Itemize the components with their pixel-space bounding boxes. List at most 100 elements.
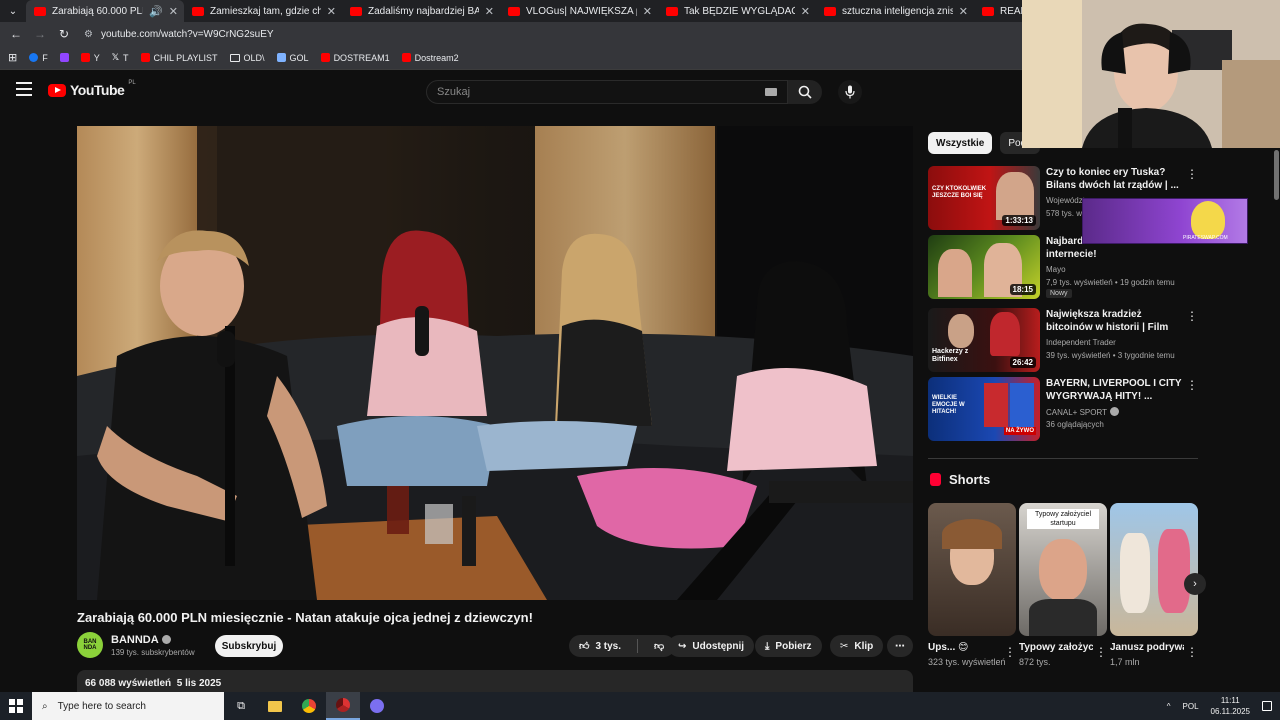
bookmark-item[interactable]: CHIL PLAYLIST [140,53,218,63]
download-label: Pobierz [775,640,812,652]
chrome-active-icon[interactable] [326,692,360,720]
more-vertical-icon[interactable]: ⋮ [1186,310,1198,322]
view-count: 66 088 wyświetleń [85,678,172,689]
video-thumbnail[interactable]: Hackerzy z Bitfinex 26:42 [928,308,1040,372]
close-tab-icon[interactable]: ✕ [643,5,652,18]
short-thumbnail[interactable]: Typowy założyciel startupu [1019,503,1107,636]
voice-search-button[interactable] [838,80,862,104]
chevron-right-icon[interactable]: › [1184,573,1206,595]
video-title: Zarabiają 60.000 PLN miesięcznie - Natan… [77,610,533,625]
youtube-favicon-icon [34,6,46,16]
back-arrow-icon[interactable]: ← [8,26,24,42]
search-button[interactable] [788,80,822,104]
recommendation-item[interactable]: Hackerzy z Bitfinex 26:42 Największa kra… [928,308,1198,374]
bookmark-label: F [42,52,48,63]
video-thumbnail[interactable]: WIELKIE EMOCJE W HITACH! NA ŻYWO [928,377,1040,441]
gol-icon [276,53,286,62]
bookmark-item[interactable]: DOSTREAM1 [320,53,390,63]
forward-arrow-icon[interactable]: → [32,26,48,42]
tab-title: sztuczna inteligencja zniszczyła [842,5,953,17]
short-item[interactable]: Ups... 😊 323 tys. wyświetleń ⋮ [928,503,1016,668]
close-tab-icon[interactable]: ✕ [169,5,178,18]
tab-search-button[interactable]: ⌄ [0,0,26,22]
channel-avatar[interactable]: BAN NDA [77,632,103,658]
search-input[interactable]: Szukaj [426,80,788,104]
more-vertical-icon[interactable]: ⋮ [1186,168,1198,180]
browser-tab[interactable]: Zamieszkaj tam, gdzie chcesz i ✕ [184,0,342,22]
page-scrollbar[interactable] [1274,150,1279,200]
discord-icon[interactable] [360,692,394,720]
speaker-icon[interactable]: 🔊 [149,5,163,18]
apps-grid-icon[interactable]: ⊞ [8,51,17,64]
youtube-favicon-icon [192,6,204,16]
ad-banner[interactable]: PIRATESWAP.COM [1082,198,1248,244]
close-tab-icon[interactable]: ✕ [959,5,968,18]
file-explorer-icon[interactable] [258,692,292,720]
channel-name[interactable]: BANNDA [111,634,171,646]
notification-icon[interactable] [1262,701,1272,711]
taskbar-search[interactable]: ⌕ Type here to search [32,692,224,720]
share-button[interactable]: ↪ Udostępnij [668,635,755,657]
browser-tab[interactable]: sztuczna inteligencja zniszczyła ✕ [816,0,974,22]
recommendation-item[interactable]: WIELKIE EMOCJE W HITACH! NA ŻYWO BAYERN,… [928,377,1198,443]
language-indicator[interactable]: POL [1183,702,1199,711]
bookmark-item[interactable]: F [29,53,48,63]
subscribe-button[interactable]: Subskrybuj [215,635,283,657]
video-player[interactable] [77,126,913,600]
short-thumbnail[interactable] [928,503,1016,636]
url-field[interactable]: ⚙ youtube.com/watch?v=W9CrNG2suEY [80,24,1020,44]
clock[interactable]: 11:11 06.11.2025 [1211,695,1250,717]
browser-tab[interactable]: VLOGus| NAJWIĘKSZA parada ✕ [500,0,658,22]
download-button[interactable]: ⤓ Pobierz [755,635,822,657]
short-views: 872 tys. [1019,657,1051,667]
browser-tab[interactable]: Zadaliśmy najbardziej BANALN ✕ [342,0,500,22]
video-thumbnail[interactable]: 18:15 [928,235,1040,299]
more-vertical-icon[interactable]: ⋮ [1095,645,1107,659]
recommendation-item[interactable]: 18:15 Najbardz internecie! Mayo 7,9 tys.… [928,235,1198,301]
short-thumbnail[interactable] [1110,503,1198,636]
close-tab-icon[interactable]: ✕ [327,5,336,18]
youtube-icon [80,53,90,62]
thumbnail-text: WIELKIE EMOCJE W HITACH! [932,395,965,415]
youtube-favicon-icon [982,6,994,16]
clip-button[interactable]: ✂ Klip [830,635,884,657]
tab-title: Zadaliśmy najbardziej BANALN [368,5,479,17]
short-title: Typowy założyciel ... [1019,642,1093,653]
bookmark-item[interactable]: GOL [276,52,309,63]
close-tab-icon[interactable]: ✕ [801,5,810,18]
reload-icon[interactable]: ↻ [56,26,72,42]
video-thumbnail[interactable]: CZY KTOKOLWIEK JESZCZE BOI SIĘ 1:33:13 [928,166,1040,230]
chevron-up-icon[interactable]: ^ [1167,702,1171,711]
bookmark-item[interactable]: Dostream2 [401,53,459,63]
bookmark-item[interactable] [59,53,69,62]
task-view-icon[interactable]: ⧉ [224,692,258,720]
more-actions-button[interactable]: ⋯ [887,635,913,657]
browser-tab[interactable]: Tak BĘDZIE WYGLĄDAĆ POLSK ✕ [658,0,816,22]
chip-all[interactable]: Wszystkie [928,132,993,154]
keyboard-icon[interactable] [765,88,777,96]
shorts-header: Shorts [930,472,990,487]
hamburger-menu-icon[interactable] [16,82,32,96]
clock-date: 06.11.2025 [1210,707,1250,716]
short-item[interactable]: Typowy założyciel startupu Typowy założy… [1019,503,1107,668]
windows-start-icon[interactable] [0,692,32,720]
more-vertical-icon[interactable]: ⋮ [1004,645,1016,659]
more-vertical-icon[interactable]: ⋮ [1186,645,1198,659]
chrome-icon[interactable] [292,692,326,720]
bookmark-item[interactable]: OLD\ [229,52,265,63]
site-info-icon[interactable]: ⚙ [84,29,93,40]
bookmark-label: OLD\ [243,52,265,63]
new-badge: Nowy [1046,289,1072,298]
bookmark-item[interactable]: Y [80,53,100,63]
browser-tab-active[interactable]: Zarabiają 60.000 PLN mies 🔊 ✕ [26,0,184,22]
more-vertical-icon[interactable]: ⋮ [1186,379,1198,391]
bookmark-label: GOL [289,52,309,63]
youtube-icon [320,53,330,62]
country-code: PL [128,80,136,86]
download-icon: ⤓ [765,640,770,652]
youtube-logo[interactable]: YouTube PL [48,80,136,98]
close-tab-icon[interactable]: ✕ [485,5,494,18]
like-button[interactable]: 👍︎ 3 tys. [569,635,631,657]
microphone-icon [845,85,855,99]
bookmark-item[interactable]: 𝕏T [112,52,129,63]
